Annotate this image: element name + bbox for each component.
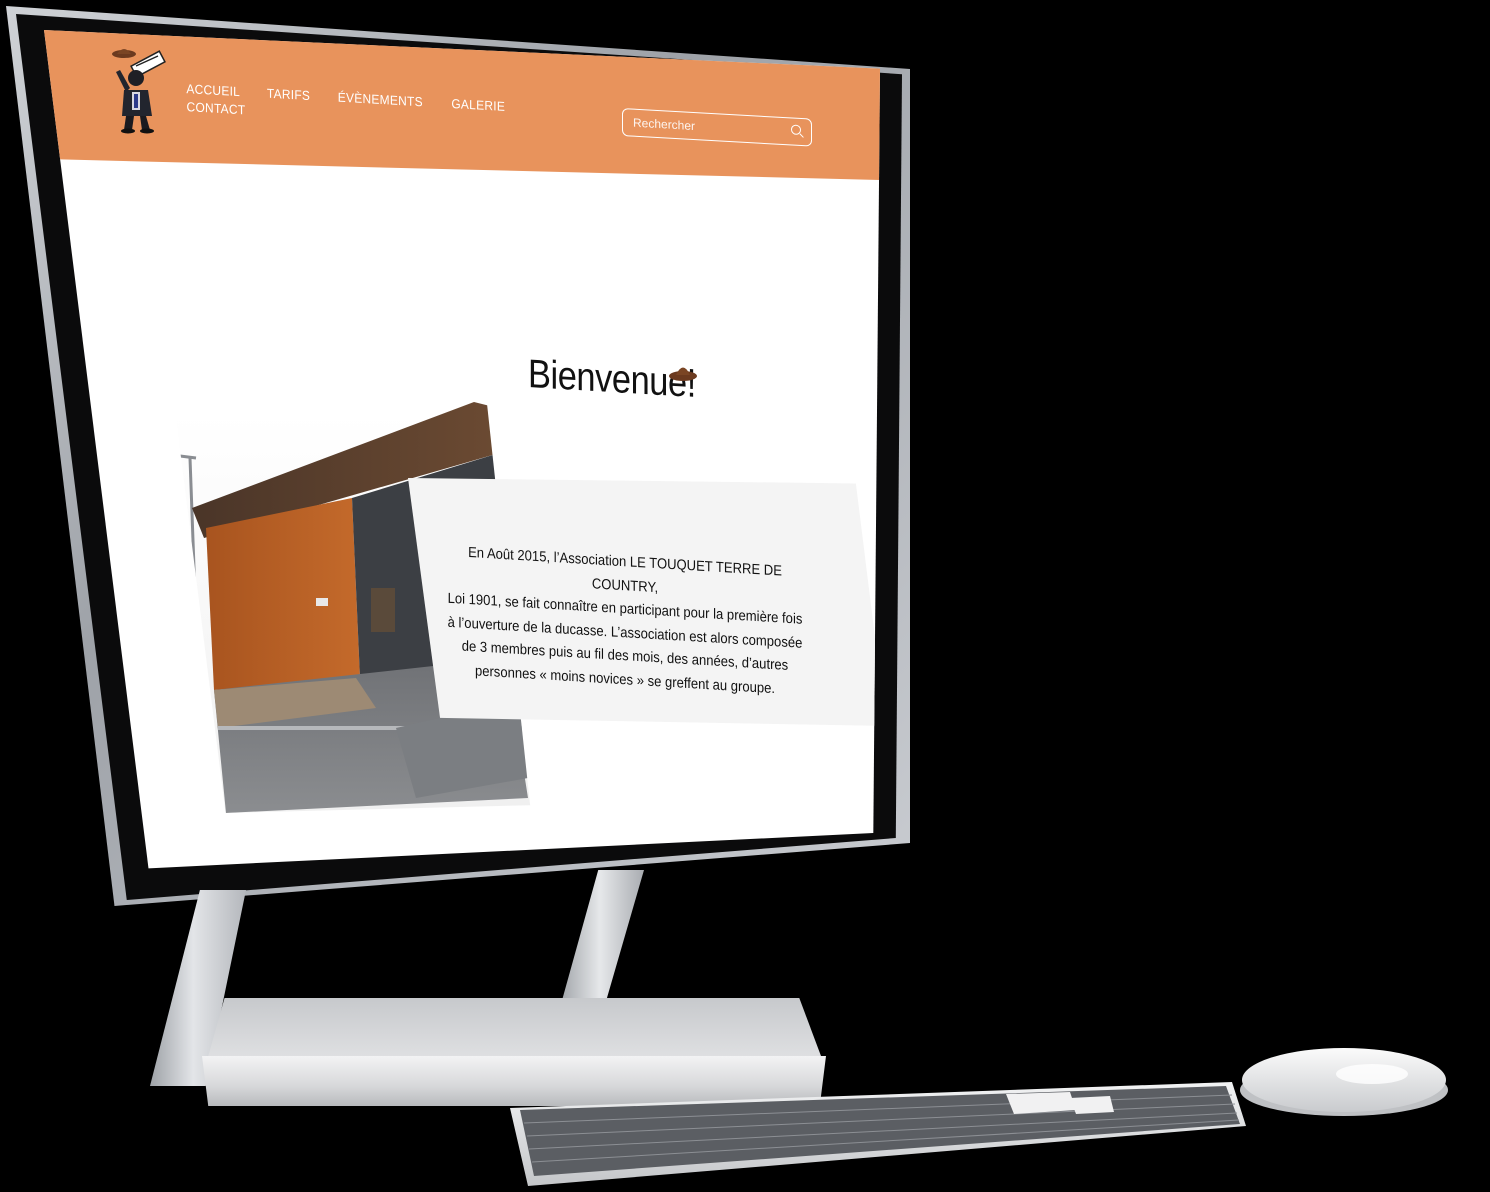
cowboy-hat-icon [669,367,697,381]
nav-evenements[interactable]: ÉVÈNEMENTS [338,90,423,110]
website-screen: ACCUEIL TARIFS ÉVÈNEMENTS GALERIE CONTAC… [44,30,880,869]
nav-tarifs[interactable]: TARIFS [267,86,310,103]
search-icon[interactable] [791,124,801,136]
cowboy-mascot-logo[interactable] [102,42,172,134]
nav-accueil[interactable]: ACCUEIL [186,81,240,99]
nav-contact[interactable]: CONTACT [187,99,246,117]
device-mockup: ACCUEIL TARIFS ÉVÈNEMENTS GALERIE CONTAC… [0,0,1490,1192]
keyboard [510,1080,1246,1190]
mouse [1238,1044,1450,1118]
monitor-base-top [206,998,824,1064]
intro-text: En Août 2015, l’Association LE TOUQUET T… [436,540,814,703]
nav-galerie[interactable]: GALERIE [452,96,506,114]
